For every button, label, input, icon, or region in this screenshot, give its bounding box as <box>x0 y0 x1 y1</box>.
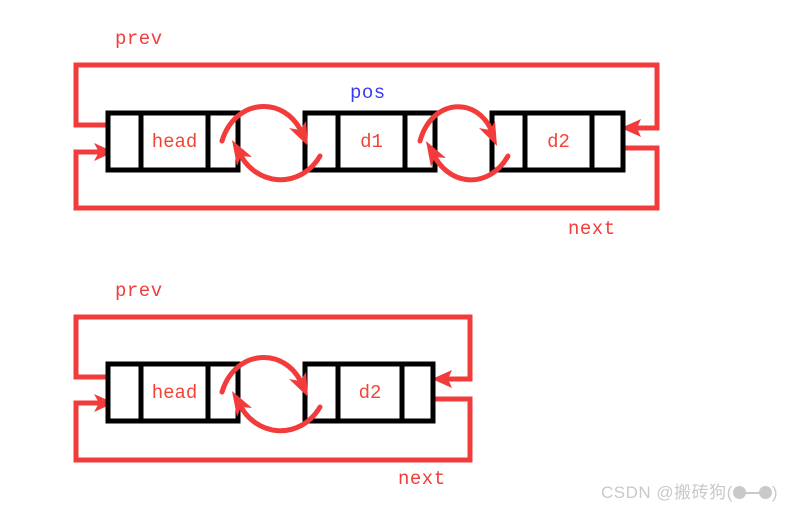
bottom-next-label: next <box>398 468 446 490</box>
watermark-dash <box>745 492 759 494</box>
watermark-prefix: CSDN @ <box>601 483 675 502</box>
top-prev-label: prev <box>115 28 163 50</box>
watermark-emoticon-close: ) <box>771 483 778 502</box>
watermark-emoticon-open: ( <box>726 483 733 502</box>
diagram-vector-layer <box>73 62 660 463</box>
bottom-prev-label: prev <box>115 280 163 302</box>
top-next-label: next <box>568 218 616 240</box>
top-node-head-label: head <box>151 131 198 153</box>
watermark-dot-left <box>732 486 746 499</box>
csdn-watermark: CSDN @搬砖狗() <box>601 478 778 503</box>
bottom-node-d2-label: d2 <box>358 382 382 404</box>
watermark-author: 搬砖狗 <box>674 483 727 502</box>
watermark-dot-right <box>758 486 772 499</box>
bottom-node-head-label: head <box>151 382 198 404</box>
top-node-d2-label: d2 <box>547 131 570 153</box>
diagram-canvas: prev pos next head d1 d2 prev next head … <box>0 0 792 511</box>
top-node-d1-label: d1 <box>360 131 383 153</box>
top-pos-label: pos <box>350 82 386 104</box>
